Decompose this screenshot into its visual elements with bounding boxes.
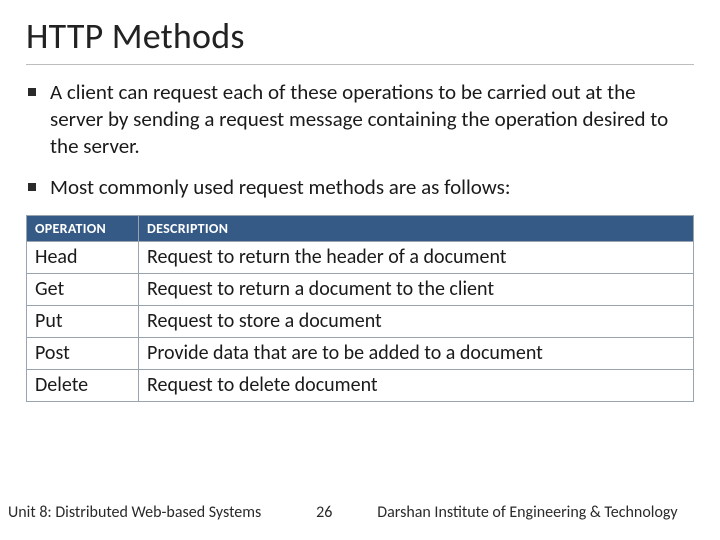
cell-description: Provide data that are to be added to a d…	[139, 337, 694, 369]
col-header-description: DESCRIPTION	[139, 215, 694, 241]
bullet-text: Most commonly used request methods are a…	[50, 174, 692, 201]
cell-description: Request to store a document	[139, 305, 694, 337]
table-header-row: OPERATION DESCRIPTION	[27, 215, 694, 241]
footer-page-number: 26	[289, 503, 359, 522]
table-row: Delete Request to delete document	[27, 369, 694, 401]
slide-footer: Unit 8: Distributed Web-based Systems 26…	[0, 503, 720, 522]
title-divider	[26, 64, 694, 65]
bullet-item: A client can request each of these opera…	[28, 79, 692, 160]
cell-operation: Delete	[27, 369, 139, 401]
table-row: Head Request to return the header of a d…	[27, 241, 694, 273]
page-title: HTTP Methods	[26, 14, 694, 58]
footer-unit: Unit 8: Distributed Web-based Systems	[8, 503, 261, 522]
footer-institute: Darshan Institute of Engineering & Techn…	[377, 503, 696, 522]
cell-operation: Get	[27, 273, 139, 305]
bullet-list: A client can request each of these opera…	[26, 79, 694, 201]
bullet-text: A client can request each of these opera…	[50, 79, 692, 160]
table-row: Post Provide data that are to be added t…	[27, 337, 694, 369]
col-header-operation: OPERATION	[27, 215, 139, 241]
cell-operation: Put	[27, 305, 139, 337]
table-row: Get Request to return a document to the …	[27, 273, 694, 305]
square-bullet-icon	[28, 183, 36, 191]
cell-description: Request to return a document to the clie…	[139, 273, 694, 305]
square-bullet-icon	[28, 88, 36, 96]
cell-description: Request to return the header of a docume…	[139, 241, 694, 273]
slide: HTTP Methods A client can request each o…	[0, 0, 720, 540]
bullet-item: Most commonly used request methods are a…	[28, 174, 692, 201]
cell-operation: Post	[27, 337, 139, 369]
cell-operation: Head	[27, 241, 139, 273]
cell-description: Request to delete document	[139, 369, 694, 401]
table-row: Put Request to store a document	[27, 305, 694, 337]
methods-table: OPERATION DESCRIPTION Head Request to re…	[26, 215, 694, 402]
